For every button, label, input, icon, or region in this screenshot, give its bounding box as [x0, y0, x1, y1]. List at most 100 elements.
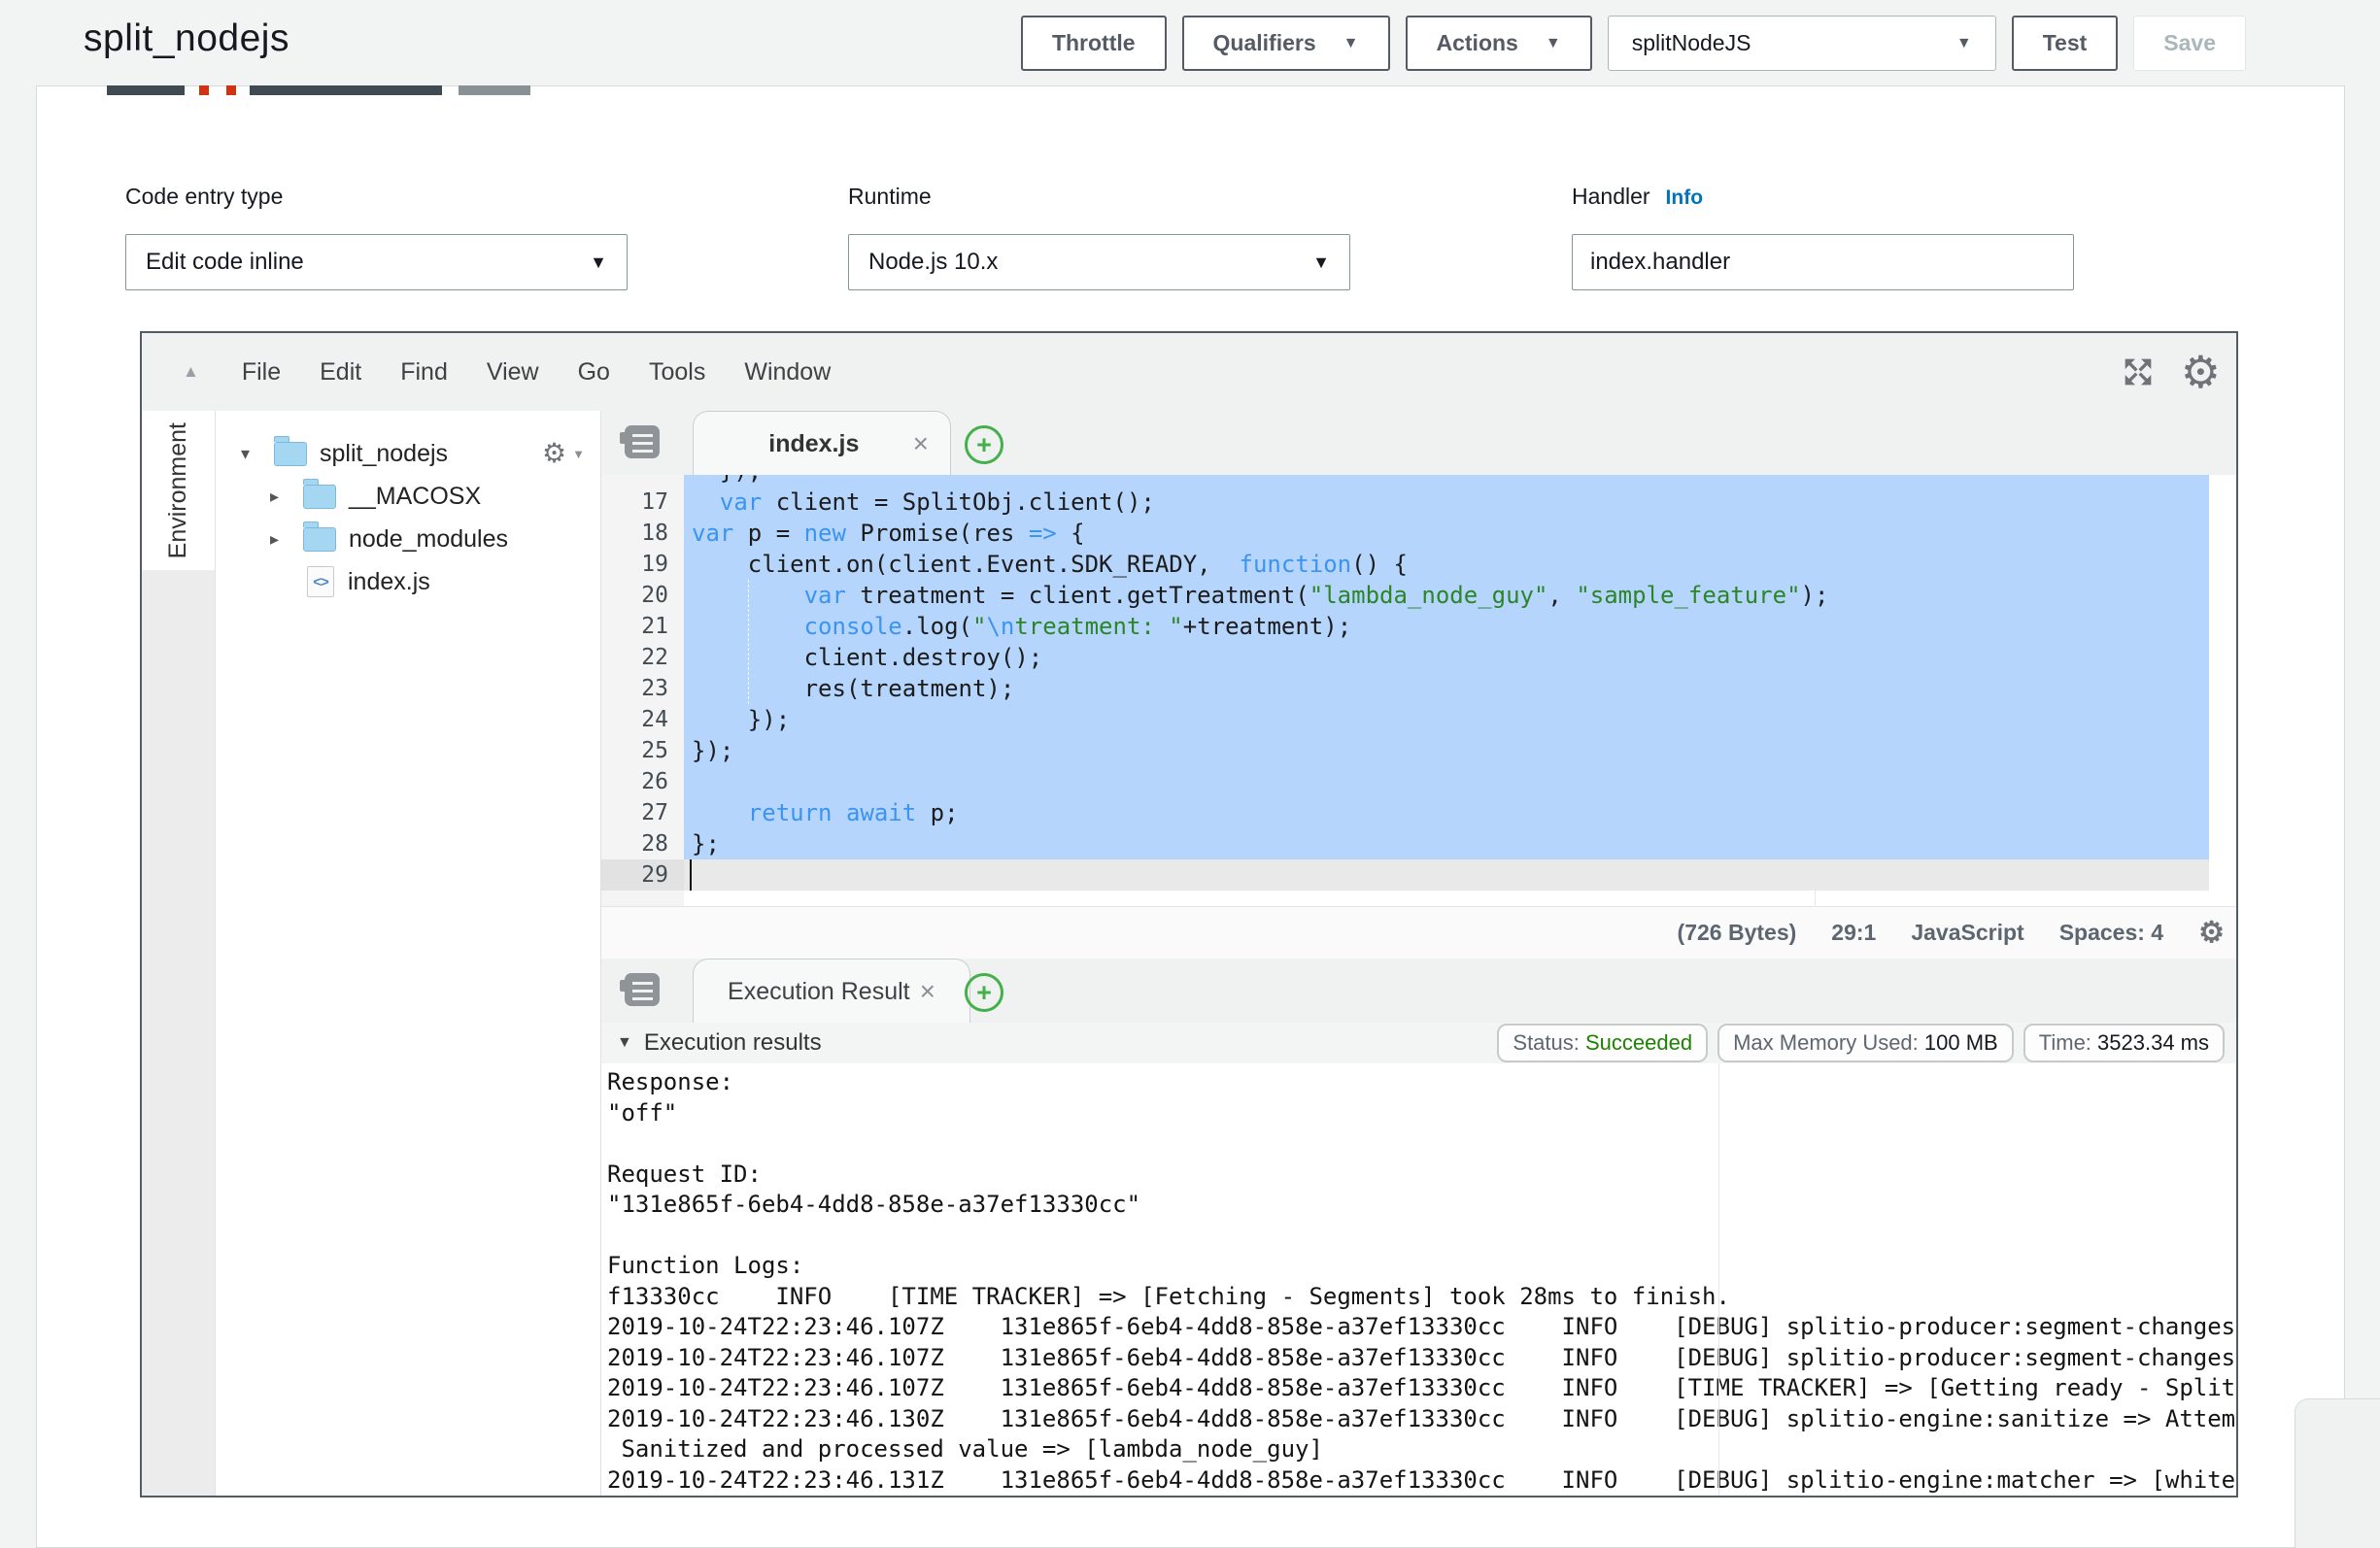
collapse-results-icon[interactable]: ▼	[617, 1034, 632, 1052]
line-number: 26	[601, 766, 684, 797]
code-entry-type-label: Code entry type	[125, 184, 283, 210]
caret-down-icon: ▼	[1956, 35, 1972, 52]
tree-item-label: index.js	[348, 568, 430, 596]
statusbar-settings-gear-icon[interactable]: ⚙	[2198, 919, 2225, 948]
line-number: 19	[601, 549, 684, 580]
handler-input[interactable]	[1572, 234, 2074, 290]
code-editor-area[interactable]: });17 var client = SplitObj.client();18v…	[601, 475, 2236, 906]
code-line-25[interactable]: 25});	[601, 735, 2236, 766]
log-line: "off"	[607, 1098, 2236, 1129]
code-entry-type-select[interactable]: Edit code inline ▼	[125, 234, 628, 290]
code-editor-window: ▲ File Edit Find View Go Tools Window ⚙ Enviro…	[140, 331, 2238, 1498]
log-line: 2019-10-24T22:23:46.107Z 131e865f-6eb4-4…	[607, 1373, 2236, 1404]
log-line: 2019-10-24T22:23:46.131Z 131e865f-6eb4-4…	[607, 1465, 2236, 1497]
button-label: Save	[2163, 30, 2216, 56]
execution-results-title: Execution results	[644, 1029, 822, 1057]
tab-index-js[interactable]: index.js ×	[693, 411, 951, 476]
header-button-save[interactable]: Save	[2133, 16, 2246, 71]
new-tab-plus-icon[interactable]: +	[965, 973, 1003, 1012]
line-number	[601, 475, 684, 487]
line-number: 22	[601, 642, 684, 673]
js-file-icon: <>	[307, 566, 334, 597]
code-line-28[interactable]: 28};	[601, 828, 2236, 859]
time-badge: Time: 3523.34 ms	[2023, 1024, 2225, 1062]
tree-item-__MACOSX[interactable]: ▸__MACOSX	[216, 475, 600, 518]
editor-menubar: ▲ File Edit Find View Go Tools Window	[142, 333, 2236, 411]
header-button-qualifiers[interactable]: Qualifiers▼	[1182, 16, 1390, 71]
tree-item-node_modules[interactable]: ▸node_modules	[216, 518, 600, 560]
code-line-27[interactable]: 27 return await p;	[601, 797, 2236, 828]
language-mode[interactable]: JavaScript	[1911, 920, 2023, 946]
code-line-23[interactable]: 23 res(treatment);	[601, 673, 2236, 704]
tree-item-index.js[interactable]: <> index.js	[216, 560, 600, 603]
header-button-splitnodejs[interactable]: splitNodeJS ▼	[1608, 16, 1996, 71]
code-line-partial[interactable]: });	[601, 475, 2236, 487]
menu-tools[interactable]: Tools	[649, 358, 705, 387]
log-line: Request ID:	[607, 1160, 2236, 1191]
execution-log[interactable]: Response:"off" Request ID:"131e865f-6eb4…	[601, 1063, 2236, 1496]
code-line-20[interactable]: 20 var treatment = client.getTreatment("…	[601, 580, 2236, 611]
log-line: 2019-10-24T22:23:46.130Z 131e865f-6eb4-4…	[607, 1404, 2236, 1435]
close-tab-icon[interactable]: ×	[920, 976, 935, 1007]
folder-icon	[303, 527, 336, 552]
folder-icon	[303, 485, 336, 509]
caret-down-icon: ▼	[572, 447, 585, 461]
menu-go[interactable]: Go	[578, 358, 610, 387]
line-number: 25	[601, 735, 684, 766]
line-number: 23	[601, 673, 684, 704]
tree-item-split_nodejs[interactable]: ▾split_nodejs⚙▼	[216, 432, 600, 475]
code-line-19[interactable]: 19 client.on(client.Event.SDK_READY, fun…	[601, 549, 2236, 580]
header-button-actions[interactable]: Actions▼	[1406, 16, 1592, 71]
environment-tab[interactable]: Environment	[142, 411, 216, 570]
header-button-test[interactable]: Test	[2012, 16, 2119, 71]
menu-edit[interactable]: Edit	[320, 358, 361, 387]
header-actions: Throttle Qualifiers▼ Actions▼ splitNodeJS ▼ T…	[1021, 16, 2246, 71]
tab-execution-result[interactable]: Execution Result ×	[693, 959, 970, 1024]
code-line-21[interactable]: 21 console.log("\ntreatment: "+treatment…	[601, 611, 2236, 642]
tab-list-icon[interactable]	[625, 425, 660, 458]
log-line: Sanitized and processed value => [lambda…	[607, 1434, 2236, 1465]
button-label: splitNodeJS	[1632, 30, 1751, 56]
tab-label: index.js	[715, 430, 913, 458]
button-label: Test	[2043, 30, 2088, 56]
menu-window[interactable]: Window	[744, 358, 831, 387]
handler-label: Handler	[1572, 184, 1650, 210]
spaces-setting[interactable]: Spaces: 4	[2059, 920, 2163, 946]
menu-view[interactable]: View	[487, 358, 539, 387]
menu-file[interactable]: File	[242, 358, 281, 387]
code-line-18[interactable]: 18var p = new Promise(res => {	[601, 518, 2236, 549]
new-tab-plus-icon[interactable]: +	[965, 425, 1003, 464]
file-size: (726 Bytes)	[1678, 920, 1797, 946]
line-number: 18	[601, 518, 684, 549]
editor-settings-gear-icon[interactable]: ⚙	[2181, 350, 2221, 394]
collapse-menubar-icon[interactable]: ▲	[183, 362, 199, 382]
code-line-22[interactable]: 22 client.destroy();	[601, 642, 2236, 673]
caret-down-icon: ▼	[590, 252, 607, 273]
line-number: 28	[601, 828, 684, 859]
status-badge: Status: Succeeded	[1497, 1024, 1708, 1062]
tab-label: Execution Result	[728, 978, 910, 1006]
close-tab-icon[interactable]: ×	[913, 428, 929, 459]
environment-tab-label: Environment	[164, 422, 192, 558]
runtime-label: Runtime	[848, 184, 932, 210]
cursor-position: 29:1	[1831, 920, 1876, 946]
tab-list-icon[interactable]	[625, 973, 660, 1006]
fullscreen-expand-icon[interactable]	[2119, 353, 2158, 391]
log-line: "131e865f-6eb4-4dd8-858e-a37ef13330cc"	[607, 1190, 2236, 1221]
code-line-24[interactable]: 24 });	[601, 704, 2236, 735]
page-title: split_nodejs	[84, 17, 289, 60]
execution-results-header: ▼ Execution results Status: SucceededMax…	[601, 1023, 2236, 1064]
handler-info-link[interactable]: Info	[1666, 186, 1703, 210]
log-line: 2019-10-24T22:23:46.107Z 131e865f-6eb4-4…	[607, 1343, 2236, 1374]
tree-settings-gear-icon[interactable]: ⚙▼	[542, 440, 585, 467]
environment-strip	[142, 570, 216, 1496]
tree-item-label: node_modules	[349, 525, 508, 554]
menu-find[interactable]: Find	[400, 358, 448, 387]
header-button-throttle[interactable]: Throttle	[1021, 16, 1167, 71]
code-line-26[interactable]: 26	[601, 766, 2236, 797]
runtime-select[interactable]: Node.js 10.x ▼	[848, 234, 1350, 290]
indent-guide-line	[748, 580, 749, 704]
code-line-29[interactable]: 29	[601, 859, 2236, 891]
code-line-17[interactable]: 17 var client = SplitObj.client();	[601, 487, 2236, 518]
print-margin-line	[1718, 1063, 1719, 1496]
